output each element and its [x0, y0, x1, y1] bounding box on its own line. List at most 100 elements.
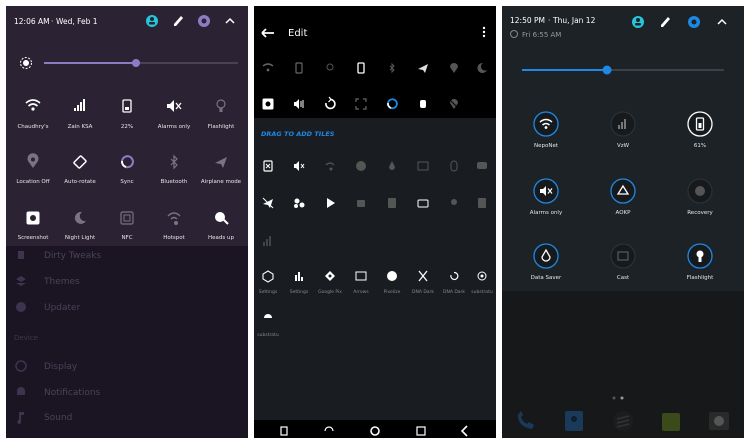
- tile-label: Hotspot: [163, 235, 185, 241]
- quick-settings-edit-panel: Edit DRAG TO ADD TILES substratu Setting…: [254, 6, 496, 438]
- cube-icon[interactable]: [262, 270, 274, 283]
- tile-label: Alarms only: [158, 124, 191, 130]
- storage-icon[interactable]: [388, 198, 396, 208]
- tile-label: 22%: [121, 124, 133, 130]
- data-saver-tile[interactable]: [533, 243, 559, 269]
- tile-label: VzW: [617, 143, 630, 149]
- tile-label: Recovery: [687, 210, 713, 216]
- status-time: 12:50 PM: [510, 16, 545, 25]
- svg-text:·: ·: [51, 17, 53, 26]
- tile-label: Night Light: [65, 235, 96, 241]
- tile-label: Alarms only: [530, 210, 563, 216]
- wifi-tile[interactable]: [533, 111, 559, 137]
- tile-label: Flashlight: [687, 275, 714, 281]
- sound-icon: [17, 412, 24, 424]
- settings-menu: Dirty Tweaks Themes Updater Device Displ…: [14, 251, 101, 424]
- quick-settings-panel-blue: 12:50 PM · Thu, Jan 12 Fri 6:55 AM NepoN…: [502, 6, 744, 438]
- signal-tile[interactable]: [610, 111, 636, 137]
- android-icon[interactable]: [357, 200, 365, 207]
- folder-icon[interactable]: [355, 271, 367, 281]
- file-icon[interactable]: [478, 198, 486, 208]
- settings-icon[interactable]: [198, 15, 210, 27]
- available-tiles: [262, 160, 487, 246]
- volume-mute-icon[interactable]: [294, 161, 305, 171]
- menu-item-dirty-tweaks[interactable]: Dirty Tweaks: [44, 251, 101, 261]
- cast-tile[interactable]: [610, 243, 636, 269]
- user-icon[interactable]: [146, 15, 158, 27]
- menu-item-themes[interactable]: Themes: [43, 277, 80, 287]
- hand-icon[interactable]: [420, 100, 426, 108]
- layers-app-icon[interactable]: [613, 411, 633, 431]
- tile-label-substratum: substratu: [257, 332, 279, 338]
- recovery-tile[interactable]: [687, 178, 713, 204]
- section-device: Device: [14, 334, 38, 342]
- themes-icon: [16, 276, 26, 286]
- people-icon[interactable]: [294, 198, 305, 209]
- phone-app-icon[interactable]: [518, 411, 534, 429]
- tile-label: Data Saver: [531, 275, 562, 281]
- menu-item-sound[interactable]: Sound: [44, 413, 72, 423]
- status-date: Thu, Jan 12: [552, 16, 596, 25]
- status-date: Wed, Feb 1: [56, 17, 98, 26]
- tile-label: AOKP: [616, 210, 632, 216]
- tile-label: Settings: [290, 289, 309, 295]
- menu-item-display[interactable]: Display: [44, 362, 78, 372]
- svg-text:·: ·: [548, 16, 550, 25]
- tile-label: Settings: [259, 289, 278, 295]
- tile-label: Heads up: [208, 235, 234, 241]
- tile-label: Screenshot: [18, 235, 50, 241]
- recovery-icon: [695, 186, 705, 196]
- play-icon[interactable]: [327, 198, 335, 208]
- drag-tiles-header: DRAG TO ADD TILES: [261, 130, 335, 138]
- tile-label: Cast: [617, 275, 630, 281]
- tile-label: Sync: [120, 179, 133, 185]
- hotspot-icon[interactable]: [325, 162, 335, 171]
- tile-label: Chaudhry's: [17, 124, 48, 130]
- tile-label: Airplane mode: [201, 179, 242, 185]
- drop-icon[interactable]: [389, 161, 395, 170]
- store-app-icon[interactable]: [662, 413, 680, 431]
- tile-label: Bluetooth: [161, 179, 188, 185]
- dirty-tweaks-icon: [18, 251, 24, 259]
- settings-icon[interactable]: [688, 16, 700, 28]
- no-disturb-icon[interactable]: [262, 197, 274, 209]
- tile-label: DNA Dark: [412, 289, 434, 295]
- tile-label: NepoNet: [534, 143, 559, 149]
- labeled-tiles: [262, 270, 487, 283]
- cast-icon[interactable]: [417, 161, 429, 171]
- keyboard-icon[interactable]: [417, 199, 429, 208]
- pixelize-icon[interactable]: [387, 271, 397, 281]
- bulb-icon[interactable]: [451, 199, 457, 205]
- diamond-icon[interactable]: [325, 271, 335, 281]
- gear-icon[interactable]: [477, 271, 487, 281]
- mouse-icon[interactable]: [450, 160, 458, 172]
- battery-tile[interactable]: [687, 111, 713, 137]
- tile-label: Arrows: [353, 289, 369, 295]
- notifications-icon: [17, 387, 25, 395]
- signal-icon[interactable]: [263, 236, 271, 246]
- substratum-icon[interactable]: [264, 314, 272, 318]
- camera-app-icon[interactable]: [709, 412, 729, 430]
- dna-icon[interactable]: [418, 270, 428, 282]
- status-time: 12:06 AM: [14, 17, 50, 26]
- screenshot-icon[interactable]: [26, 211, 40, 225]
- tile-label: Flashlight: [208, 124, 235, 130]
- close-box-icon[interactable]: [263, 160, 273, 172]
- screenshot-icon[interactable]: [262, 98, 274, 110]
- menu-item-notifications[interactable]: Notifications: [44, 388, 101, 398]
- bar-chart-icon[interactable]: [295, 272, 303, 281]
- overflow-menu-icon[interactable]: [482, 26, 486, 38]
- aokp-tile[interactable]: [610, 178, 636, 204]
- menu-item-updater[interactable]: Updater: [44, 303, 81, 313]
- edit-title: Edit: [288, 28, 307, 39]
- contrast-icon[interactable]: [356, 161, 366, 171]
- flashlight-tile[interactable]: [687, 243, 713, 269]
- contacts-app-icon[interactable]: [565, 411, 583, 431]
- chat-icon[interactable]: [477, 162, 487, 169]
- tile-label: DNA Dark: [443, 289, 465, 295]
- tile-label: NFC: [121, 235, 132, 241]
- dna-refresh-icon[interactable]: [450, 271, 459, 281]
- alarms-tile[interactable]: [533, 178, 559, 204]
- tile-label: substratu: [471, 289, 493, 295]
- user-icon[interactable]: [632, 16, 644, 28]
